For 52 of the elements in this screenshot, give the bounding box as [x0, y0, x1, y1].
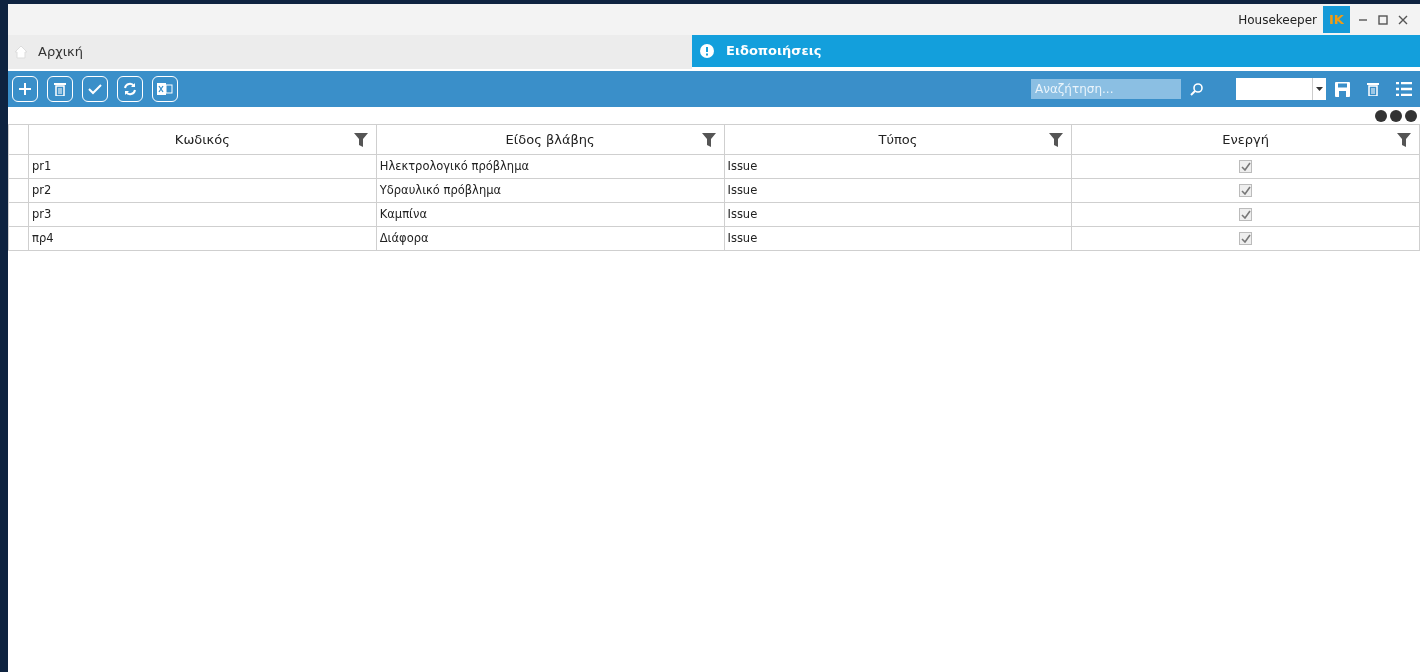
table-cell: Καμπίνα	[379, 206, 427, 221]
column-header[interactable]: Τύπος	[878, 131, 918, 147]
table-cell: Issue	[727, 206, 758, 221]
excel-button[interactable]	[152, 76, 178, 102]
column-header[interactable]: Ενεργή	[1222, 131, 1269, 147]
filter-icon[interactable]	[1397, 133, 1411, 147]
spreadsheet-icon	[157, 82, 173, 96]
close-icon	[1398, 14, 1408, 25]
filter-icon[interactable]	[1049, 133, 1064, 147]
list-icon	[1396, 82, 1412, 96]
maximize-button[interactable]	[1376, 12, 1390, 27]
table-cell: Υδραυλικό πρόβλημα	[379, 182, 502, 197]
app-name: Housekeeper	[1238, 11, 1317, 29]
confirm-button[interactable]	[82, 76, 108, 102]
table-cell: Issue	[727, 230, 758, 245]
table-cell: πρ4	[32, 230, 54, 245]
check-icon	[88, 83, 102, 95]
filter-icon[interactable]	[353, 133, 368, 147]
active-checkbox[interactable]	[1239, 183, 1253, 197]
app-logo: IK	[1323, 6, 1350, 33]
refresh-button[interactable]	[117, 76, 143, 102]
caret-icon	[1316, 87, 1323, 91]
trash-icon	[1367, 82, 1379, 96]
home-tab[interactable]: Αρχική	[8, 35, 692, 69]
table-cell: Ηλεκτρολογικό πρόβλημα	[379, 158, 530, 173]
plus-icon	[18, 82, 32, 96]
maximize-icon	[1378, 14, 1388, 25]
filter-icon[interactable]	[701, 133, 716, 147]
active-checkbox[interactable]	[1239, 207, 1253, 221]
trash-icon	[54, 82, 66, 96]
save-icon	[1335, 81, 1350, 97]
save-button[interactable]	[1335, 81, 1350, 97]
active-checkbox[interactable]	[1239, 231, 1253, 245]
add-button[interactable]	[12, 76, 38, 102]
column-header[interactable]: Είδος βλάβης	[505, 131, 595, 147]
search-field[interactable]: Αναζήτηση...	[1031, 79, 1181, 99]
delete-layout-button[interactable]	[1367, 82, 1379, 96]
column-header[interactable]: Κωδικός	[174, 131, 230, 147]
active-checkbox[interactable]	[1239, 159, 1253, 173]
search-icon	[1190, 82, 1204, 96]
home-icon	[14, 45, 28, 59]
table-cell: Διάφορα	[379, 230, 429, 245]
table-cell: pr2	[32, 182, 52, 197]
table-cell: pr3	[32, 206, 52, 221]
list-button[interactable]	[1396, 82, 1412, 96]
refresh-icon	[123, 82, 137, 96]
search-button[interactable]	[1190, 82, 1204, 96]
table-cell: Issue	[727, 158, 758, 173]
delete-button[interactable]	[47, 76, 73, 102]
alert-icon	[700, 44, 714, 58]
table-cell: Issue	[727, 182, 758, 197]
table-cell: pr1	[32, 158, 52, 173]
